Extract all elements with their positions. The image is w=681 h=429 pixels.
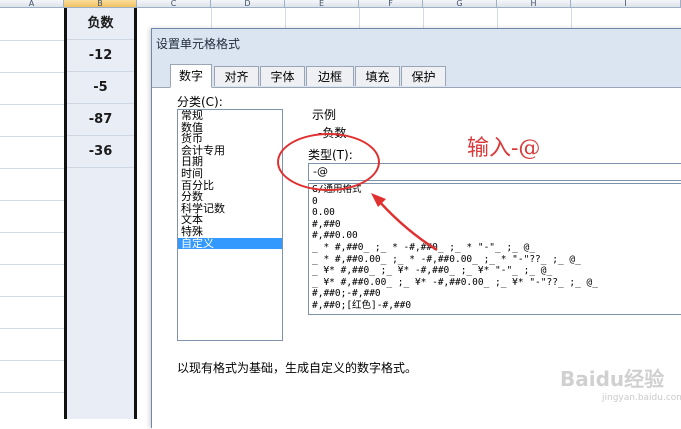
highlight-ellipse	[277, 133, 380, 191]
column-b-selection[interactable]: 负数 -12 -5 -87 -36	[64, 8, 137, 419]
format-code-list[interactable]: G/通用格式 0 0.00 #,##0 #,##0.00 _ * #,##0_ …	[308, 183, 681, 315]
row-gridline	[0, 200, 64, 201]
column-header-g[interactable]: G	[423, 0, 497, 8]
format-code-item[interactable]: #,##0	[309, 219, 681, 231]
row-gridline	[0, 40, 64, 41]
row-gridline	[0, 136, 64, 137]
format-code-item[interactable]: _ * #,##0_ ;_ * -#,##0_ ;_ * "-"_ ;_ @_	[309, 242, 681, 254]
tab-number[interactable]: 数字	[170, 64, 212, 88]
format-code-item[interactable]: #,##0;[红色]-#,##0	[309, 300, 681, 312]
format-code-item[interactable]: _ ¥* #,##0_ ;_ ¥* -#,##0_ ;_ ¥* "-"_ ;_ …	[309, 265, 681, 277]
format-code-item[interactable]: G/通用格式	[309, 184, 681, 196]
cell-b2[interactable]: -12	[67, 40, 134, 72]
tab-protection[interactable]: 保护	[401, 66, 446, 86]
row-gridline	[0, 328, 64, 329]
category-item[interactable]: 特殊	[178, 226, 282, 238]
row-gridline	[0, 360, 64, 361]
format-code-item[interactable]: 0	[309, 196, 681, 208]
format-description: 以现有格式为基础，生成自定义的数字格式。	[177, 361, 418, 375]
cell-b3[interactable]: -5	[67, 72, 134, 104]
tab-alignment[interactable]: 对齐	[214, 66, 259, 86]
row-gridline	[0, 104, 64, 105]
column-header-d[interactable]: D	[211, 0, 285, 8]
column-header-h[interactable]: H	[497, 0, 571, 8]
cell-b1-header[interactable]: 负数	[67, 8, 134, 40]
category-list[interactable]: 常规 数值 货币 会计专用 日期 时间 百分比 分数 科学记数 文本 特殊 自定…	[177, 109, 283, 341]
row-gridline	[0, 232, 64, 233]
category-item[interactable]: 分数	[178, 191, 282, 203]
column-header-c[interactable]: C	[137, 0, 211, 8]
row-gridline	[0, 392, 64, 393]
row-gridline	[0, 72, 64, 73]
column-header-f[interactable]: F	[359, 0, 423, 8]
column-header-b[interactable]: B	[64, 0, 137, 8]
column-a-cells[interactable]	[0, 8, 64, 419]
tab-border[interactable]: 边框	[306, 66, 354, 86]
row-gridline	[0, 264, 64, 265]
dialog-title: 设置单元格格式	[156, 37, 241, 51]
format-code-item[interactable]: #,##0;-#,##0	[309, 288, 681, 300]
column-header-a[interactable]: A	[0, 0, 64, 8]
cell-b5[interactable]: -36	[67, 136, 134, 168]
format-code-item[interactable]: _ * #,##0.00_ ;_ * -#,##0.00_ ;_ * "-"??…	[309, 254, 681, 266]
row-gridline	[0, 168, 64, 169]
sample-label: 示例	[312, 108, 337, 122]
row-gridline	[0, 296, 64, 297]
baidu-watermark-url: jingyan.baidu.com	[602, 393, 681, 403]
category-item-selected[interactable]: 自定义	[178, 237, 282, 250]
annotation-text: 输入-@	[467, 136, 541, 161]
tab-font[interactable]: 字体	[260, 66, 305, 86]
category-label: 分类(C):	[177, 95, 223, 109]
format-code-item[interactable]: _ ¥* #,##0.00_ ;_ ¥* -#,##0.00_ ;_ ¥* "-…	[309, 277, 681, 289]
column-header-e[interactable]: E	[285, 0, 359, 8]
baidu-watermark-logo: Baidu经验	[560, 367, 665, 391]
category-item[interactable]: 时间	[178, 168, 282, 180]
category-item[interactable]: 常规	[178, 110, 282, 122]
column-header-i[interactable]: I	[571, 0, 681, 8]
format-code-item[interactable]: #,##0.00	[309, 230, 681, 242]
tab-fill[interactable]: 填充	[355, 66, 400, 86]
cell-b4[interactable]: -87	[67, 104, 134, 136]
format-code-item[interactable]: 0.00	[309, 207, 681, 219]
